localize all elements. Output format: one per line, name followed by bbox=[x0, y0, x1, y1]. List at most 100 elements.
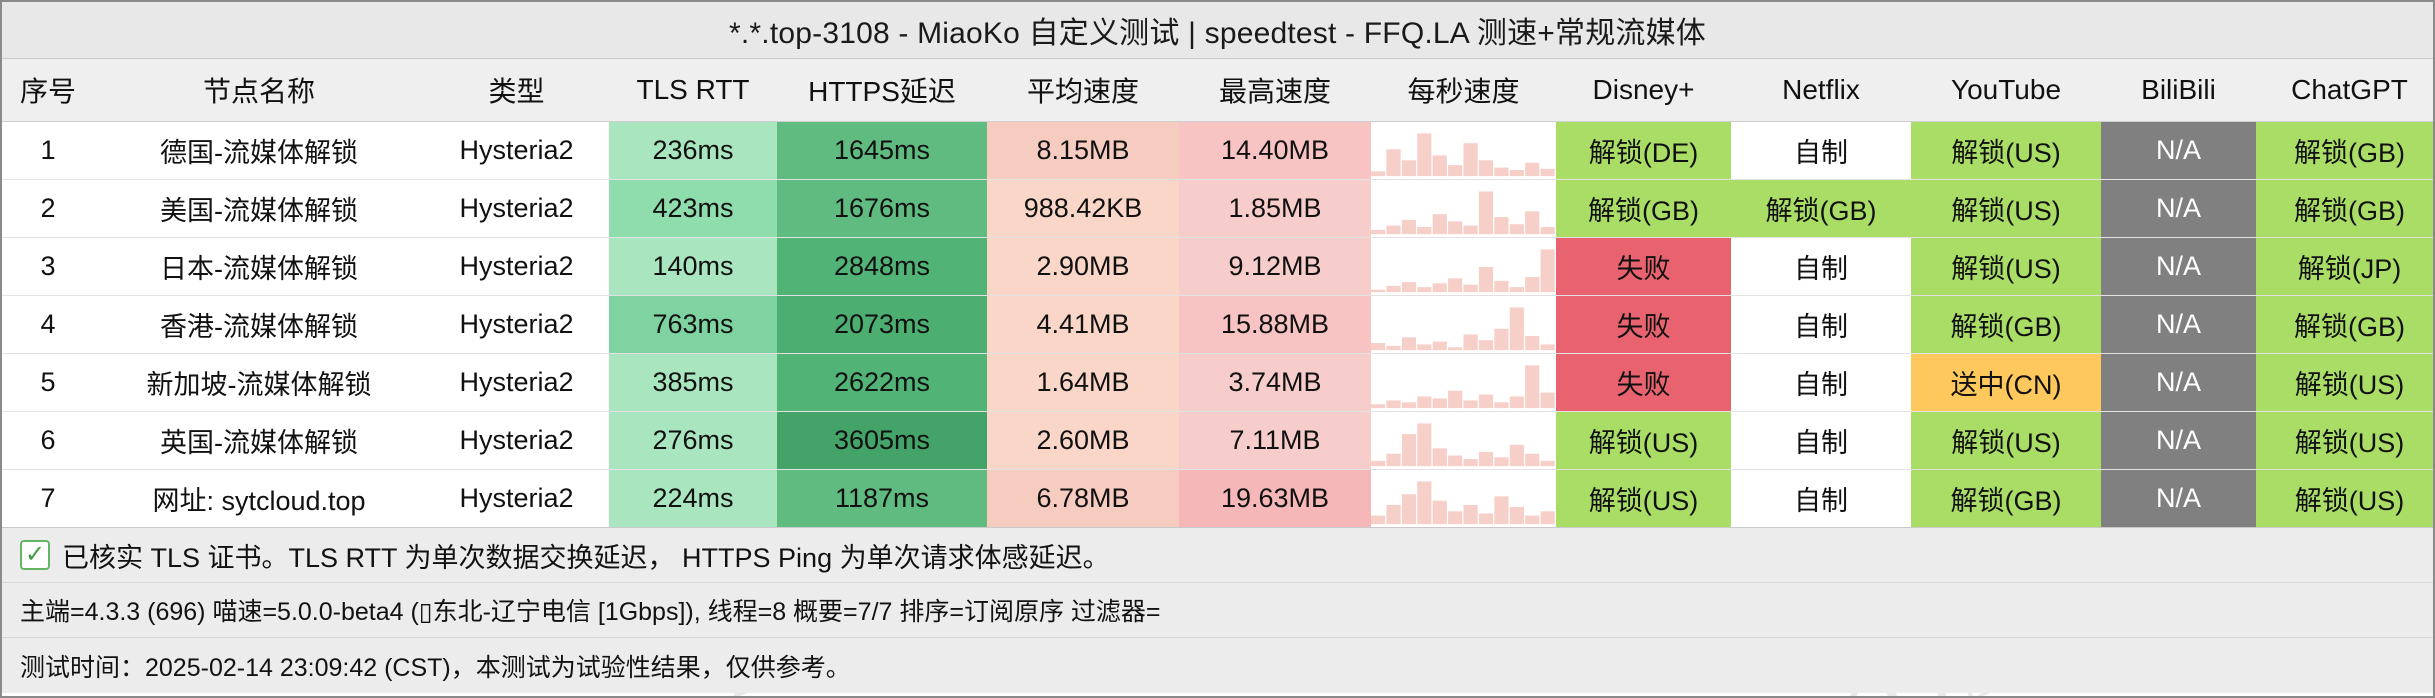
cell-index: 1 bbox=[2, 121, 94, 180]
note-tls-verified-text: 已核实 TLS 证书。TLS RTT 为单次数据交换延迟， HTTPS Ping… bbox=[62, 542, 1110, 573]
cell-bilibili: N/A bbox=[2101, 295, 2256, 354]
sparkline-chart bbox=[1371, 249, 1555, 293]
cell-max-speed: 1.85MB bbox=[1179, 179, 1371, 238]
cell-type: Hysteria2 bbox=[424, 121, 609, 180]
column-header-chatgpt[interactable]: ChatGPT bbox=[2256, 59, 2433, 122]
cell-netflix: 解锁(GB) bbox=[1731, 179, 1911, 238]
cell-max-speed: 14.40MB bbox=[1179, 121, 1371, 180]
cell-disney: 解锁(DE) bbox=[1556, 121, 1731, 180]
cell-max-speed: 9.12MB bbox=[1179, 237, 1371, 296]
column-header-avg[interactable]: 平均速度 bbox=[987, 59, 1179, 122]
cell-youtube: 解锁(US) bbox=[1911, 237, 2101, 296]
cell-type: Hysteria2 bbox=[424, 295, 609, 354]
page-title: *.*.top-3108 - MiaoKo 自定义测试 | speedtest … bbox=[729, 17, 1706, 50]
table-row[interactable]: 5 新加坡-流媒体解锁 Hysteria2 385ms 2622ms 1.64MB 3.74… bbox=[2, 353, 2433, 412]
cell-bilibili: N/A bbox=[2101, 179, 2256, 238]
table-body: 1 德国-流媒体解锁 Hysteria2 236ms 1645ms 8.15MB 14.40… bbox=[2, 121, 2433, 528]
cell-chatgpt: 解锁(US) bbox=[2256, 469, 2433, 528]
cell-max-speed: 7.11MB bbox=[1179, 411, 1371, 470]
speedtest-result-window: FFQ.LA Public Test Center FFQ.LA Public … bbox=[0, 0, 2435, 698]
cell-avg-speed: 4.41MB bbox=[987, 295, 1179, 354]
column-header-bilibili[interactable]: BiliBili bbox=[2101, 59, 2256, 122]
cell-chatgpt: 解锁(US) bbox=[2256, 411, 2433, 470]
cell-index: 5 bbox=[2, 353, 94, 412]
table-header-row: 序号 节点名称 类型 TLS RTT HTTPS延迟 平均速度 最高速度 每秒速… bbox=[2, 59, 2433, 122]
cell-bilibili: N/A bbox=[2101, 237, 2256, 296]
cell-node-name: 美国-流媒体解锁 bbox=[94, 179, 424, 238]
cell-disney: 失败 bbox=[1556, 295, 1731, 354]
table-row[interactable]: 6 英国-流媒体解锁 Hysteria2 276ms 3605ms 2.60MB 7.11M… bbox=[2, 411, 2433, 470]
cell-node-name: 香港-流媒体解锁 bbox=[94, 295, 424, 354]
cell-bilibili: N/A bbox=[2101, 411, 2256, 470]
cell-persec-sparkline bbox=[1371, 353, 1556, 412]
cell-youtube: 解锁(US) bbox=[1911, 411, 2101, 470]
cell-netflix: 自制 bbox=[1731, 295, 1911, 354]
sparkline-chart bbox=[1371, 365, 1555, 409]
column-header-tls-rtt[interactable]: TLS RTT bbox=[609, 59, 777, 122]
cell-persec-sparkline bbox=[1371, 179, 1556, 238]
column-header-name[interactable]: 节点名称 bbox=[94, 59, 424, 122]
cell-https-latency: 2073ms bbox=[777, 295, 987, 354]
cell-tls-rtt: 423ms bbox=[609, 179, 777, 238]
cell-https-latency: 3605ms bbox=[777, 411, 987, 470]
column-header-disney[interactable]: Disney+ bbox=[1556, 59, 1731, 122]
cell-disney: 失败 bbox=[1556, 353, 1731, 412]
sparkline-chart bbox=[1371, 307, 1555, 351]
cell-type: Hysteria2 bbox=[424, 353, 609, 412]
cell-netflix: 自制 bbox=[1731, 411, 1911, 470]
cell-max-speed: 19.63MB bbox=[1179, 469, 1371, 528]
cell-disney: 解锁(US) bbox=[1556, 469, 1731, 528]
cell-disney: 失败 bbox=[1556, 237, 1731, 296]
cell-persec-sparkline bbox=[1371, 411, 1556, 470]
column-header-index[interactable]: 序号 bbox=[2, 59, 94, 122]
table-header: 序号 节点名称 类型 TLS RTT HTTPS延迟 平均速度 最高速度 每秒速… bbox=[2, 59, 2433, 122]
column-header-netflix[interactable]: Netflix bbox=[1731, 59, 1911, 122]
sparkline-chart bbox=[1371, 133, 1555, 177]
table-row[interactable]: 7 网址: sytcloud.top Hysteria2 224ms 1187ms 6.7… bbox=[2, 469, 2433, 528]
cell-chatgpt: 解锁(GB) bbox=[2256, 179, 2433, 238]
note-test-time: 测试时间：2025-02-14 23:09:42 (CST)，本测试为试验性结果… bbox=[2, 638, 2433, 693]
column-header-max[interactable]: 最高速度 bbox=[1179, 59, 1371, 122]
table-row[interactable]: 2 美国-流媒体解锁 Hysteria2 423ms 1676ms 988.42KB 1.8… bbox=[2, 179, 2433, 238]
cell-type: Hysteria2 bbox=[424, 469, 609, 528]
cell-node-name: 英国-流媒体解锁 bbox=[94, 411, 424, 470]
cell-node-name: 新加坡-流媒体解锁 bbox=[94, 353, 424, 412]
column-header-https[interactable]: HTTPS延迟 bbox=[777, 59, 987, 122]
cell-bilibili: N/A bbox=[2101, 121, 2256, 180]
sparkline-chart bbox=[1371, 481, 1555, 525]
footer-notes: ✓ 已核实 TLS 证书。TLS RTT 为单次数据交换延迟， HTTPS Pi… bbox=[2, 528, 2433, 693]
cell-chatgpt: 解锁(GB) bbox=[2256, 121, 2433, 180]
cell-tls-rtt: 276ms bbox=[609, 411, 777, 470]
cell-avg-speed: 8.15MB bbox=[987, 121, 1179, 180]
table-row[interactable]: 3 日本-流媒体解锁 Hysteria2 140ms 2848ms 2.90MB 9.12M… bbox=[2, 237, 2433, 296]
table-row[interactable]: 4 香港-流媒体解锁 Hysteria2 763ms 2073ms 4.41MB 15.88… bbox=[2, 295, 2433, 354]
cell-tls-rtt: 224ms bbox=[609, 469, 777, 528]
column-header-persec[interactable]: 每秒速度 bbox=[1371, 59, 1556, 122]
column-header-type[interactable]: 类型 bbox=[424, 59, 609, 122]
cell-bilibili: N/A bbox=[2101, 469, 2256, 528]
column-header-youtube[interactable]: YouTube bbox=[1911, 59, 2101, 122]
cell-https-latency: 1676ms bbox=[777, 179, 987, 238]
cell-avg-speed: 988.42KB bbox=[987, 179, 1179, 238]
sparkline-chart bbox=[1371, 191, 1555, 235]
cell-index: 6 bbox=[2, 411, 94, 470]
table-row[interactable]: 1 德国-流媒体解锁 Hysteria2 236ms 1645ms 8.15MB 14.40… bbox=[2, 121, 2433, 180]
cell-max-speed: 3.74MB bbox=[1179, 353, 1371, 412]
cell-tls-rtt: 140ms bbox=[609, 237, 777, 296]
cell-https-latency: 2622ms bbox=[777, 353, 987, 412]
cell-youtube: 送中(CN) bbox=[1911, 353, 2101, 412]
note-client-info: 主端=4.3.3 (696) 喵速=5.0.0-beta4 (▯东北-辽宁电信 … bbox=[2, 583, 2433, 638]
cell-index: 4 bbox=[2, 295, 94, 354]
cell-type: Hysteria2 bbox=[424, 179, 609, 238]
window-title-bar: *.*.top-3108 - MiaoKo 自定义测试 | speedtest … bbox=[2, 2, 2433, 59]
cell-avg-speed: 2.60MB bbox=[987, 411, 1179, 470]
cell-netflix: 自制 bbox=[1731, 237, 1911, 296]
cell-index: 3 bbox=[2, 237, 94, 296]
cell-persec-sparkline bbox=[1371, 121, 1556, 180]
cell-disney: 解锁(US) bbox=[1556, 411, 1731, 470]
cell-bilibili: N/A bbox=[2101, 353, 2256, 412]
cell-tls-rtt: 763ms bbox=[609, 295, 777, 354]
cell-netflix: 自制 bbox=[1731, 121, 1911, 180]
cell-tls-rtt: 385ms bbox=[609, 353, 777, 412]
cell-youtube: 解锁(GB) bbox=[1911, 295, 2101, 354]
